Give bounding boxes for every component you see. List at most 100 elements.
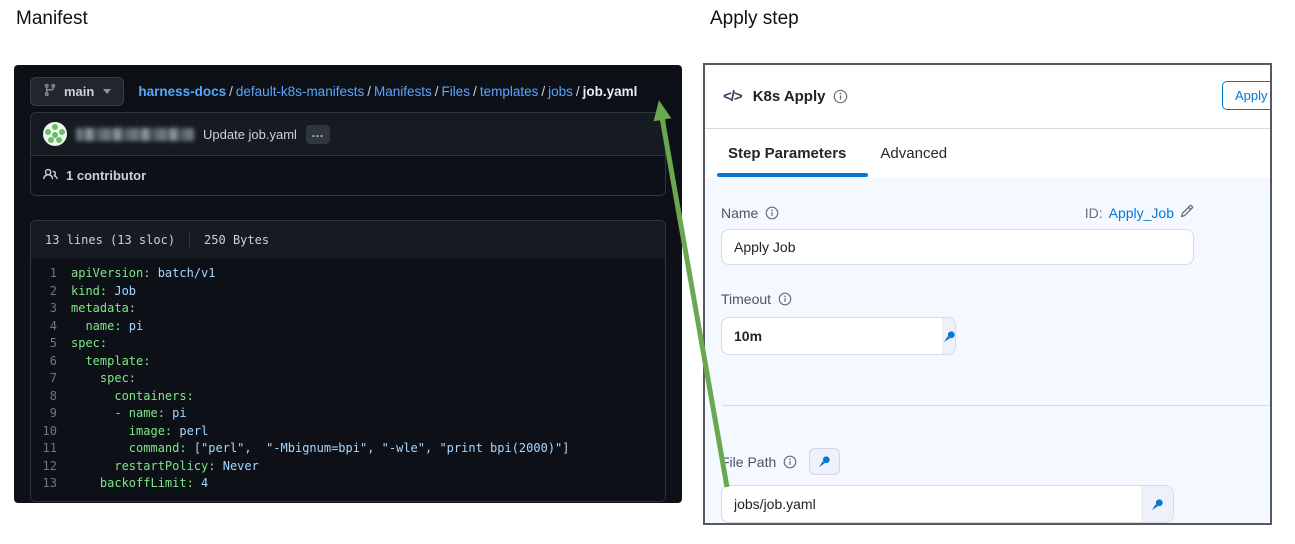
breadcrumb-segment-link[interactable]: jobs xyxy=(548,84,573,99)
code-line: 4 name: pi xyxy=(31,318,665,336)
commit-message-link[interactable]: Update job.yaml xyxy=(203,127,297,142)
info-icon[interactable] xyxy=(783,455,797,469)
breadcrumb-segment-link[interactable]: default-k8s-manifests xyxy=(236,84,364,99)
name-input[interactable] xyxy=(721,229,1194,265)
apply-changes-button[interactable]: Apply xyxy=(1222,81,1272,110)
yaml-value: Job xyxy=(107,284,136,298)
commit-author-avatar[interactable] xyxy=(43,122,67,146)
latest-commit-box: Update job.yaml … 1 contributor xyxy=(30,112,666,196)
code-line: 6 template: xyxy=(31,353,665,371)
yaml-key: kind: xyxy=(71,284,107,298)
breadcrumb-segment-link[interactable]: Manifests xyxy=(374,84,432,99)
file-content-box: 13 lines (13 sloc) 250 Bytes 1apiVersion… xyxy=(30,220,666,502)
pin-icon xyxy=(817,454,832,469)
yaml-key: apiVersion: xyxy=(71,266,150,280)
yaml-value: pi xyxy=(165,406,187,420)
contributors-row[interactable]: 1 contributor xyxy=(31,155,665,195)
code-step-icon: </> xyxy=(723,88,742,105)
step-id-group: ID: Apply_Job xyxy=(1085,204,1194,221)
pin-icon xyxy=(942,329,956,344)
timeout-input[interactable] xyxy=(722,318,942,354)
file-path-input[interactable] xyxy=(722,486,1141,522)
line-number: 6 xyxy=(31,353,71,371)
breadcrumb-current-file: job.yaml xyxy=(583,84,638,99)
breadcrumb-repo-link[interactable]: harness-docs xyxy=(138,84,226,99)
info-icon[interactable] xyxy=(833,89,848,104)
line-number: 7 xyxy=(31,370,71,388)
file-size: 250 Bytes xyxy=(204,233,269,247)
breadcrumb-separator: / xyxy=(470,84,480,99)
file-meta-header: 13 lines (13 sloc) 250 Bytes xyxy=(31,221,665,259)
line-number: 2 xyxy=(31,283,71,301)
name-label-text: Name xyxy=(721,205,758,221)
code-line: 8 containers: xyxy=(31,388,665,406)
breadcrumb-separator: / xyxy=(432,84,442,99)
code-line: 12 restartPolicy: Never xyxy=(31,458,665,476)
id-label: ID: xyxy=(1085,205,1103,221)
yaml-key: backoffLimit: xyxy=(71,476,194,490)
step-title: K8s Apply xyxy=(753,88,826,105)
k8s-apply-step-panel: </> K8s Apply Apply Step Parameters Adva… xyxy=(703,63,1272,525)
breadcrumb-segment-link[interactable]: templates xyxy=(480,84,539,99)
branch-selector-button[interactable]: main xyxy=(30,77,124,106)
latest-commit-row: Update job.yaml … xyxy=(31,113,665,155)
pin-icon xyxy=(1150,497,1165,512)
edit-pencil-icon[interactable] xyxy=(1180,204,1194,221)
git-branch-icon xyxy=(43,83,57,100)
yaml-value: 4 xyxy=(194,476,208,490)
code-line: 3metadata: xyxy=(31,300,665,318)
code-line: 9 - name: pi xyxy=(31,405,665,423)
yaml-key: restartPolicy: xyxy=(71,459,216,473)
contributors-label: 1 contributor xyxy=(66,168,146,183)
file-path-label-row: File Path xyxy=(721,448,1254,475)
step-panel-header: </> K8s Apply Apply xyxy=(705,65,1270,128)
breadcrumb-segment-link[interactable]: Files xyxy=(442,84,471,99)
page: Manifest Apply step main harness-docs/de… xyxy=(0,0,1295,544)
file-path-field xyxy=(721,485,1174,523)
breadcrumb: harness-docs/default-k8s-manifests/Manif… xyxy=(138,84,637,99)
pin-toggle-button[interactable] xyxy=(1141,486,1173,522)
section-divider xyxy=(722,405,1270,406)
chevron-down-icon xyxy=(103,89,111,94)
file-path-label-text: File Path xyxy=(721,454,776,470)
tab-step-parameters[interactable]: Step Parameters xyxy=(728,129,846,178)
yaml-key: - name: xyxy=(71,406,165,420)
yaml-key: containers: xyxy=(71,389,194,403)
yaml-key: command: xyxy=(71,441,187,455)
yaml-value: batch/v1 xyxy=(150,266,215,280)
step-id-value[interactable]: Apply_Job xyxy=(1109,205,1174,221)
step-parameters-form: Name ID: Apply_Job Timeout xyxy=(705,178,1270,523)
info-icon[interactable] xyxy=(765,206,779,220)
code-line: 1apiVersion: batch/v1 xyxy=(31,265,665,283)
line-number: 8 xyxy=(31,388,71,406)
code-line: 11 command: ["perl", "-Mbignum=bpi", "-w… xyxy=(31,440,665,458)
people-icon xyxy=(43,167,58,185)
line-number: 11 xyxy=(31,440,71,458)
yaml-value: perl xyxy=(172,424,208,438)
yaml-key: name: xyxy=(71,319,122,333)
yaml-code-view: 1apiVersion: batch/v1 2kind: Job 3metada… xyxy=(31,259,665,501)
info-icon[interactable] xyxy=(778,292,792,306)
yaml-key: spec: xyxy=(71,371,136,385)
code-line: 2kind: Job xyxy=(31,283,665,301)
name-field-label: Name xyxy=(721,205,779,221)
line-number: 10 xyxy=(31,423,71,441)
code-line: 10 image: perl xyxy=(31,423,665,441)
file-path-field-label: File Path xyxy=(721,454,797,470)
pin-toggle-button[interactable] xyxy=(809,448,840,475)
pin-toggle-button[interactable] xyxy=(942,318,956,354)
branch-name: main xyxy=(64,84,94,99)
breadcrumb-separator: / xyxy=(364,84,374,99)
tab-advanced[interactable]: Advanced xyxy=(880,129,947,178)
yaml-value: Never xyxy=(216,459,259,473)
yaml-key: template: xyxy=(71,354,150,368)
step-tabs: Step Parameters Advanced xyxy=(705,128,1270,178)
timeout-field xyxy=(721,317,956,355)
yaml-key: image: xyxy=(71,424,172,438)
line-number: 5 xyxy=(31,335,71,353)
yaml-value: ["perl", "-Mbignum=bpi", "-wle", "print … xyxy=(187,441,570,455)
timeout-label-text: Timeout xyxy=(721,291,771,307)
breadcrumb-separator: / xyxy=(573,84,583,99)
code-line: 5spec: xyxy=(31,335,665,353)
commit-more-button[interactable]: … xyxy=(306,125,330,144)
